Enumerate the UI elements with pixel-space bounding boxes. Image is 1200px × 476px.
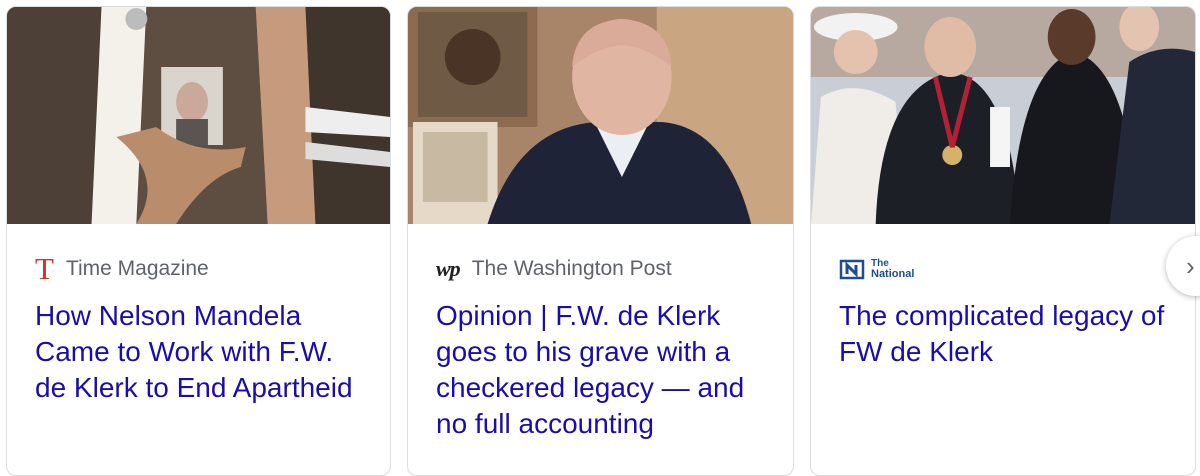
- article-headline[interactable]: The complicated legacy of FW de Klerk: [839, 298, 1175, 370]
- article-headline[interactable]: Opinion | F.W. de Klerk goes to his grav…: [436, 298, 773, 442]
- the-national-logo-line2: National: [871, 268, 915, 280]
- source-name: Time Magazine: [65, 257, 209, 280]
- article-headline[interactable]: How Nelson Mandela Came to Work with F.W…: [35, 298, 370, 406]
- the-national-logo: The National: [839, 258, 914, 280]
- source-name: The Washington Post: [471, 257, 672, 280]
- chevron-right-icon: ›: [1186, 250, 1195, 281]
- the-national-mark: [839, 259, 865, 280]
- source-row: T Time Magazine: [35, 251, 209, 286]
- article-thumbnail[interactable]: [7, 7, 390, 224]
- washington-post-logo: wp: [436, 256, 461, 281]
- source-row: wp The Washington Post: [436, 256, 672, 282]
- news-card-the-national[interactable]: The National The complicated legacy of F…: [810, 6, 1196, 476]
- news-card-time[interactable]: T Time Magazine How Nelson Mandela Came …: [6, 6, 391, 476]
- article-thumbnail[interactable]: [811, 7, 1195, 224]
- time-magazine-logo: T: [35, 251, 54, 286]
- source-row: The National: [839, 256, 926, 282]
- article-thumbnail[interactable]: [408, 7, 793, 224]
- news-card-washington-post[interactable]: wp The Washington Post Opinion | F.W. de…: [407, 6, 794, 476]
